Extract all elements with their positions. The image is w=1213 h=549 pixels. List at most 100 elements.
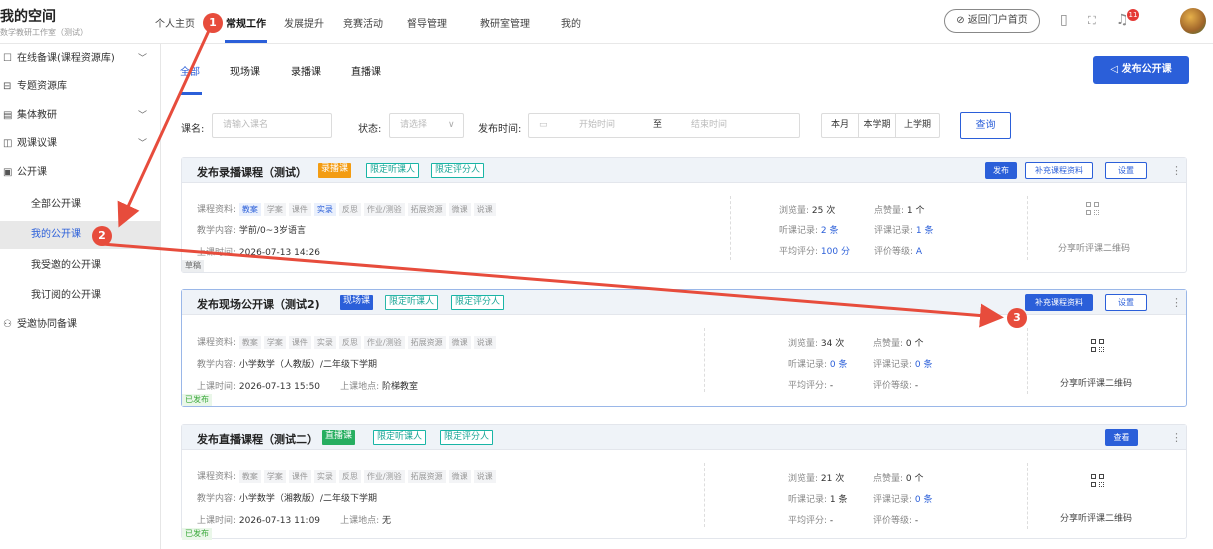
- tab-all[interactable]: 全部: [180, 63, 200, 78]
- tab-recorded[interactable]: 录播课: [291, 63, 321, 78]
- material-tag[interactable]: 拓展资源: [407, 336, 446, 349]
- more-icon[interactable]: ⋮: [1171, 164, 1182, 177]
- material-tag[interactable]: 拓展资源: [407, 470, 446, 483]
- view-button[interactable]: 查看: [1105, 429, 1138, 446]
- sidebar-item-open-class[interactable]: ▣ 公开课: [0, 160, 160, 186]
- return-portal-button[interactable]: ⊘ 返回门户首页: [944, 9, 1040, 33]
- material-tag[interactable]: 课件: [288, 470, 311, 483]
- publish-button[interactable]: 发布: [985, 162, 1017, 179]
- materials-row: 课程资料: 教案 学案 课件 实录 反思 作业/测验 拓展资源 微课 说课: [197, 335, 499, 349]
- send-icon: ◁: [1110, 64, 1122, 75]
- qr-code-icon[interactable]: [1086, 202, 1100, 216]
- materials-row: 课程资料: 教案 学案 课件 实录 反思 作业/测验 拓展资源 微课 说课: [197, 202, 499, 216]
- tab-active-indicator: [180, 92, 202, 95]
- material-tag[interactable]: 实录: [313, 203, 336, 216]
- share-qr-label[interactable]: 分享听评课二维码: [1058, 241, 1130, 254]
- chevron-down-icon: ﹀: [138, 111, 148, 121]
- more-icon[interactable]: ⋮: [1171, 296, 1182, 309]
- nav-competition[interactable]: 竞赛活动: [343, 15, 383, 30]
- material-tag[interactable]: 学案: [263, 336, 286, 349]
- material-tag[interactable]: 课件: [288, 203, 311, 216]
- material-tag[interactable]: 微课: [448, 336, 471, 349]
- avatar[interactable]: [1180, 8, 1206, 34]
- supplement-materials-button[interactable]: 补充课程资料: [1025, 162, 1093, 179]
- likes-stat: 点赞量: 0 个: [873, 474, 924, 484]
- material-tag[interactable]: 教案: [238, 336, 261, 349]
- name-filter-input[interactable]: 请输入课名: [212, 113, 332, 138]
- material-tag[interactable]: 反思: [338, 470, 361, 483]
- time-value: 2026-07-13 11:09: [238, 516, 321, 526]
- material-tag[interactable]: 说课: [473, 470, 496, 483]
- sidebar-item-collab-prep[interactable]: ⚇ 受邀协同备课: [0, 312, 160, 338]
- date-range-picker[interactable]: ▭ 开始时间 至 结束时间: [528, 113, 800, 138]
- status-select[interactable]: 请选择 ∨: [389, 113, 464, 138]
- material-tag[interactable]: 作业/测验: [363, 203, 405, 216]
- material-tag[interactable]: 课件: [288, 336, 311, 349]
- fullscreen-icon[interactable]: ⛶: [1088, 14, 1096, 28]
- material-tag[interactable]: 反思: [338, 336, 361, 349]
- sidebar-sub-subscribed-open[interactable]: 我订阅的公开课: [0, 283, 160, 309]
- chevron-down-icon: ﹀: [138, 139, 148, 149]
- material-tag[interactable]: 教案: [238, 203, 261, 216]
- name-filter-label: 课名:: [181, 124, 205, 135]
- settings-button[interactable]: 设置: [1105, 294, 1147, 311]
- avg-score-stat: 平均评分: -: [788, 381, 834, 391]
- range-last-term[interactable]: 上学期: [895, 113, 940, 138]
- material-tag[interactable]: 拓展资源: [407, 203, 446, 216]
- material-tag[interactable]: 微课: [448, 470, 471, 483]
- range-this-month[interactable]: 本月: [821, 113, 859, 138]
- play-icon: ▣: [3, 167, 13, 178]
- share-qr-label[interactable]: 分享听评课二维码: [1060, 376, 1132, 389]
- material-tag[interactable]: 作业/测验: [363, 336, 405, 349]
- nav-supervision[interactable]: 督导管理: [407, 15, 447, 30]
- material-tag[interactable]: 教案: [238, 470, 261, 483]
- course-title[interactable]: 发布直播课程（测试二）: [197, 431, 318, 447]
- doc-icon: ☐: [3, 53, 12, 64]
- nav-home[interactable]: 个人主页: [155, 15, 195, 30]
- limit-listener-badge: 限定听课人: [366, 163, 420, 178]
- limit-scorer-badge: 限定评分人: [431, 163, 485, 178]
- supplement-materials-button[interactable]: 补充课程资料: [1025, 294, 1093, 311]
- sidebar-item-group-research[interactable]: ▤ 集体教研 ﹀: [0, 103, 160, 129]
- sidebar-sub-all-open[interactable]: 全部公开课: [0, 192, 160, 218]
- range-this-term[interactable]: 本学期: [858, 113, 896, 138]
- nav-development[interactable]: 发展提升: [284, 15, 324, 30]
- nav-routine-work[interactable]: 常规工作: [226, 15, 266, 30]
- tab-live-site[interactable]: 现场课: [230, 63, 260, 78]
- avg-score-stat: 平均评分: -: [788, 516, 834, 526]
- share-qr-label[interactable]: 分享听评课二维码: [1060, 511, 1132, 524]
- course-title[interactable]: 发布现场公开课（测试2): [197, 296, 320, 312]
- qr-code-icon[interactable]: [1091, 474, 1105, 488]
- material-tag[interactable]: 说课: [473, 203, 496, 216]
- eye-icon: ◫: [3, 138, 13, 149]
- sidebar-item-observe[interactable]: ◫ 观课议课 ﹀: [0, 131, 160, 157]
- list-icon: ▤: [3, 110, 13, 121]
- sidebar-item-topic-library[interactable]: ⊟ 专题资源库: [0, 74, 160, 100]
- material-tag[interactable]: 作业/测验: [363, 470, 405, 483]
- nav-research-office[interactable]: 教研室管理: [480, 15, 530, 30]
- more-icon[interactable]: ⋮: [1171, 431, 1182, 444]
- material-tag[interactable]: 实录: [313, 470, 336, 483]
- listen-stat: 听课记录: 0 条: [788, 360, 848, 370]
- views-stat: 浏览量: 25 次: [779, 206, 836, 216]
- query-button[interactable]: 查询: [960, 112, 1011, 139]
- tab-livestream[interactable]: 直播课: [351, 63, 381, 78]
- sidebar-sub-my-open[interactable]: 我的公开课: [0, 221, 160, 249]
- material-tag[interactable]: 微课: [448, 203, 471, 216]
- nav-mine[interactable]: 我的: [561, 15, 581, 30]
- sidebar-sub-invited-open[interactable]: 我受邀的公开课: [0, 253, 160, 279]
- publish-open-class-button[interactable]: ◁ 发布公开课: [1093, 56, 1189, 84]
- course-title[interactable]: 发布录播课程（测试）: [197, 164, 307, 180]
- settings-button[interactable]: 设置: [1105, 162, 1147, 179]
- material-tag[interactable]: 实录: [313, 336, 336, 349]
- material-tag[interactable]: 说课: [473, 336, 496, 349]
- material-tag[interactable]: 学案: [263, 470, 286, 483]
- time-value: 2026-07-13 15:50: [238, 382, 321, 392]
- status-badge: 草稿: [182, 260, 204, 272]
- sidebar-item-online-prep[interactable]: ☐ 在线备课(课程资源库) ﹀: [0, 46, 160, 72]
- tablet-icon[interactable]: ▯: [1060, 12, 1068, 28]
- material-tag[interactable]: 反思: [338, 203, 361, 216]
- qr-code-icon[interactable]: [1091, 339, 1105, 353]
- material-tag[interactable]: 学案: [263, 203, 286, 216]
- listen-stat: 听课记录: 1 条: [788, 495, 848, 505]
